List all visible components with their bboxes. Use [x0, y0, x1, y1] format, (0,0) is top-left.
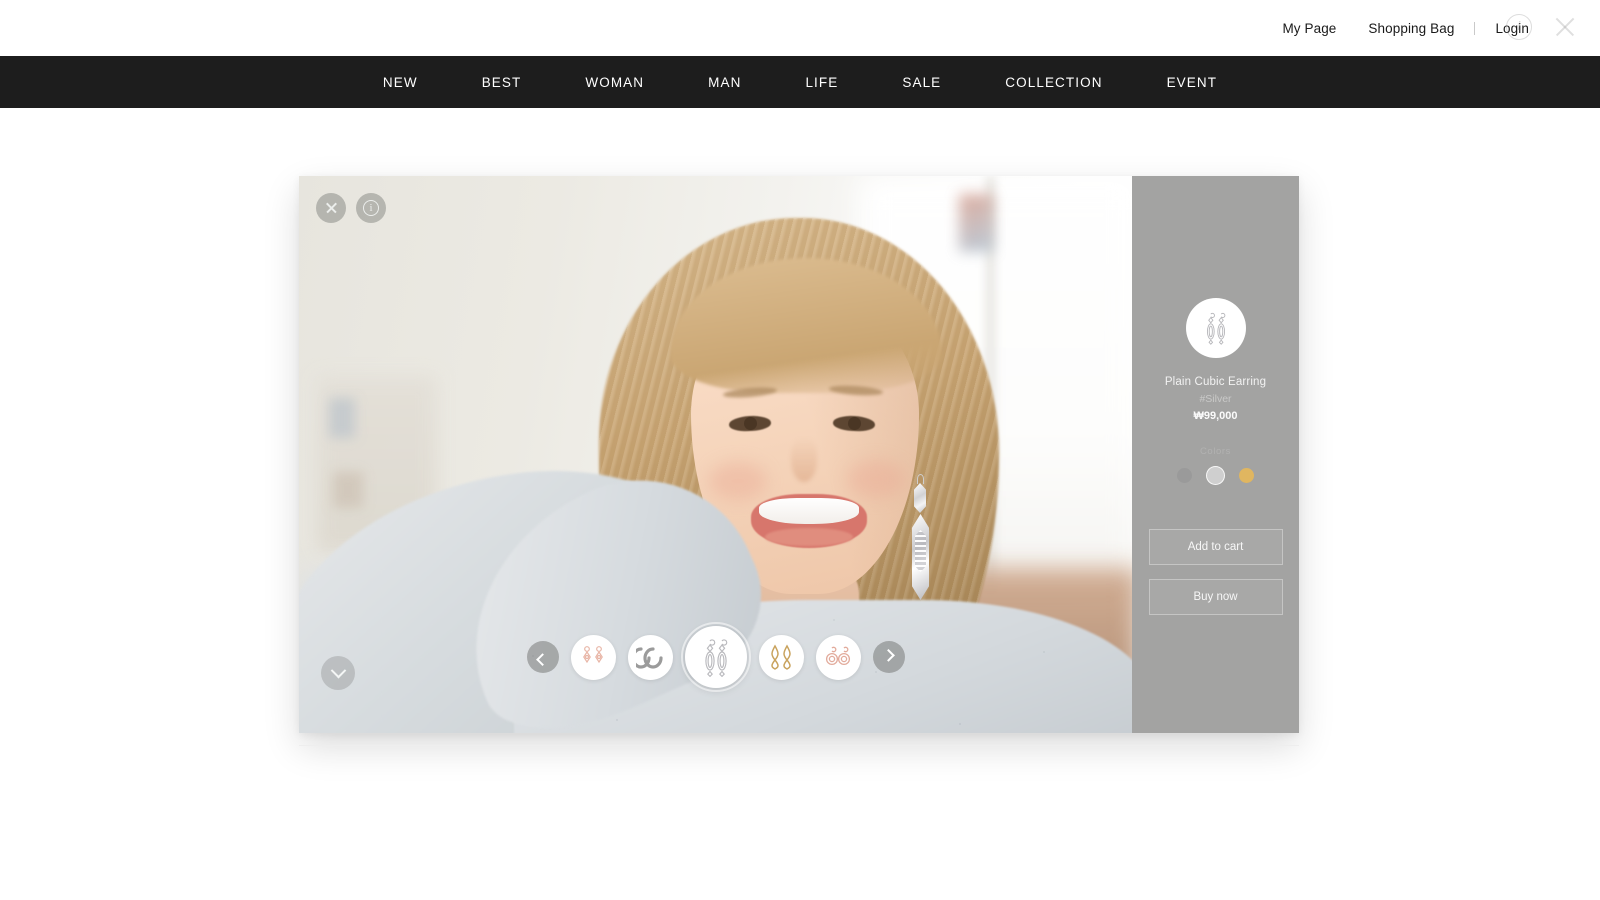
info-icon: i — [363, 200, 379, 216]
nav-list: NEW BEST WOMAN MAN LIFE SALE COLLECTION … — [351, 75, 1249, 90]
nav-item-new[interactable]: NEW — [351, 75, 450, 90]
earring-gold-loop-icon — [771, 644, 791, 670]
nav-item-life[interactable]: LIFE — [773, 75, 870, 90]
color-swatch-group — [1177, 466, 1254, 485]
modal-underline — [299, 745, 1299, 746]
add-to-cart-button[interactable]: Add to cart — [1148, 529, 1283, 565]
thumbnail-carousel — [299, 622, 1132, 692]
earring-silver-hoop-icon — [636, 647, 663, 669]
nav-item-sale[interactable]: SALE — [870, 75, 973, 90]
earring-rose-circle-icon — [825, 646, 851, 666]
product-thumbnail — [1185, 298, 1246, 358]
product-title: Plain Cubic Earring — [1164, 376, 1267, 388]
buy-now-button[interactable]: Buy now — [1148, 579, 1283, 615]
product-info-panel: Plain Cubic Earring #Silver ₩99,000 Colo… — [1132, 176, 1299, 733]
main-navigation: NEW BEST WOMAN MAN LIFE SALE COLLECTION … — [0, 56, 1600, 108]
colors-label: Colors — [1199, 446, 1232, 457]
viewer-info-button[interactable]: i — [356, 193, 386, 223]
nav-item-best[interactable]: BEST — [450, 75, 554, 90]
nav-item-event[interactable]: EVENT — [1135, 75, 1250, 90]
nav-item-woman[interactable]: WOMAN — [553, 75, 676, 90]
swatch-gold[interactable] — [1239, 468, 1254, 483]
earring-rose-drop-icon — [583, 646, 603, 664]
swatch-dark-gray[interactable] — [1177, 468, 1192, 483]
utility-divider — [1474, 21, 1476, 35]
carousel-prev-button[interactable] — [526, 641, 559, 673]
utility-link-my-page[interactable]: My Page — [1266, 21, 1352, 36]
product-price: ₩99,000 — [1193, 410, 1238, 422]
earring-plain-cubic-icon — [1206, 312, 1225, 345]
earring-plain-cubic-icon — [704, 639, 727, 677]
model-photo-stage: i — [299, 176, 1132, 733]
swatch-silver[interactable] — [1206, 466, 1225, 485]
nav-item-man[interactable]: MAN — [676, 75, 773, 90]
thumb-silver-hoop-earring[interactable] — [627, 634, 673, 680]
utility-header: My Page Shopping Bag Login — [0, 0, 1600, 56]
nav-item-collection[interactable]: COLLECTION — [973, 75, 1134, 90]
utility-links: My Page Shopping Bag Login — [1266, 21, 1600, 36]
thumb-plain-cubic-earring[interactable] — [680, 622, 751, 692]
thumb-gold-loop-earring[interactable] — [758, 634, 804, 680]
thumb-rose-circle-earring[interactable] — [815, 634, 861, 680]
utility-link-shopping-bag[interactable]: Shopping Bag — [1352, 21, 1470, 36]
utility-link-login[interactable]: Login — [1479, 21, 1545, 36]
product-tag: #Silver — [1199, 393, 1232, 405]
product-viewer-modal: i Plain Cubic Earring #Silver ₩99,000 Co… — [299, 176, 1299, 733]
chevron-left-icon — [536, 652, 549, 666]
chevron-right-icon — [882, 648, 895, 662]
thumb-rose-drop-earring[interactable] — [570, 634, 616, 680]
carousel-next-button[interactable] — [872, 641, 905, 673]
viewer-close-button[interactable] — [316, 193, 346, 223]
